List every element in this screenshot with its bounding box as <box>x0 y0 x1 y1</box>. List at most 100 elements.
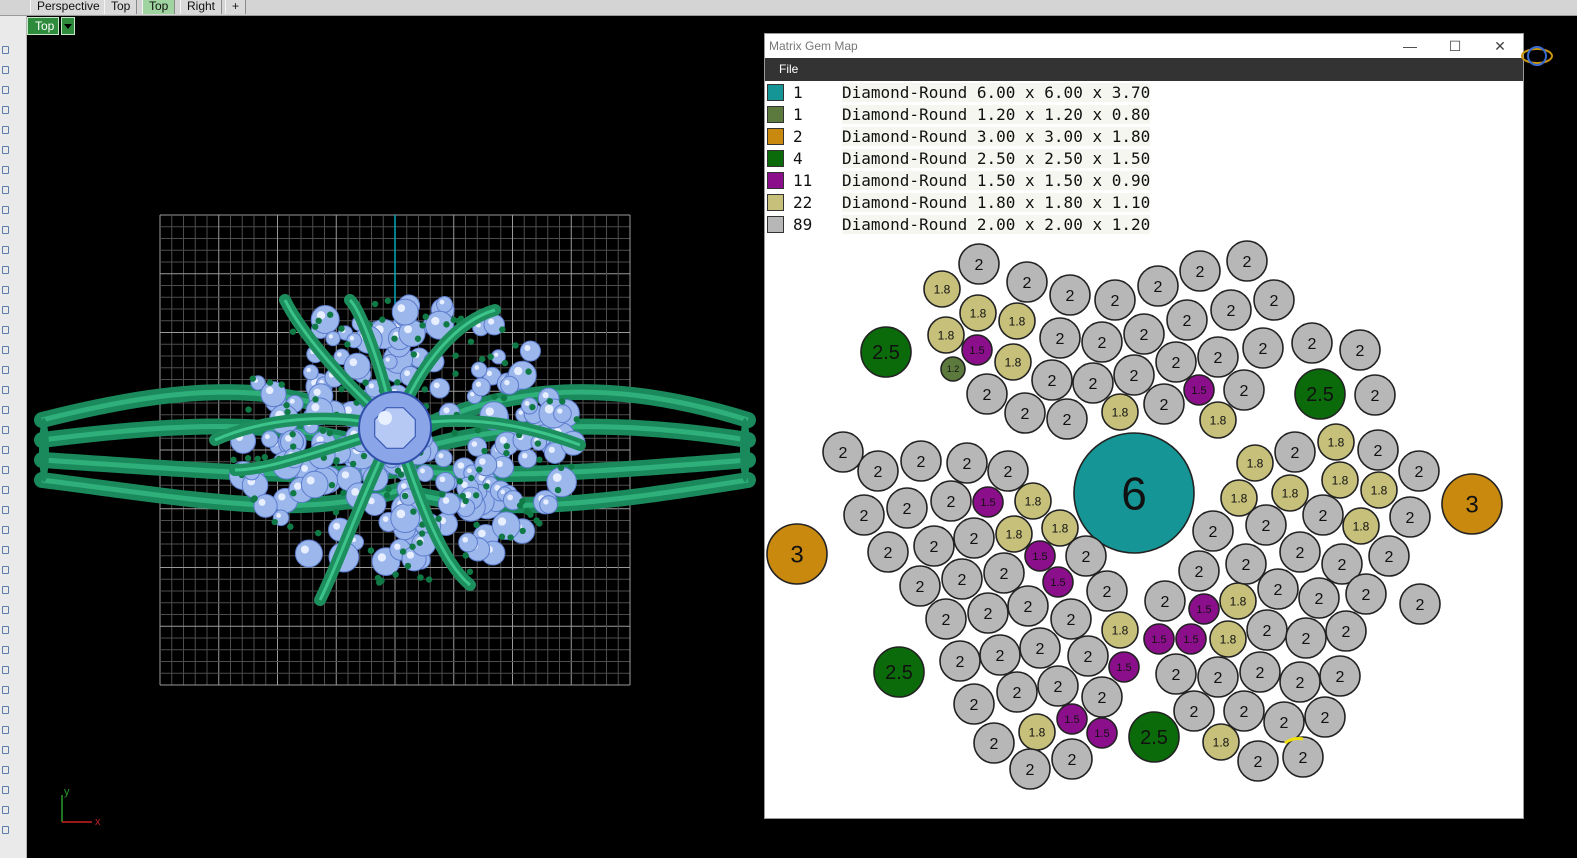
toolbar-tool-icon[interactable] <box>2 346 9 354</box>
toolbar-tool-icon[interactable] <box>2 786 9 794</box>
gem-1-8mm[interactable]: 1.8 <box>1199 401 1237 439</box>
gem-2mm[interactable]: 2 <box>1237 740 1279 782</box>
gem-3mm[interactable]: 3 <box>1441 473 1503 535</box>
gem-2mm[interactable]: 2 <box>1339 329 1381 371</box>
gem-2mm[interactable]: 2 <box>953 517 995 559</box>
gem-2mm[interactable]: 2 <box>1285 617 1327 659</box>
gem-2mm[interactable]: 2 <box>930 480 972 522</box>
toolbar-tool-icon[interactable] <box>2 706 9 714</box>
gem-2mm[interactable]: 2 <box>966 373 1008 415</box>
toolbar-tool-icon[interactable] <box>2 426 9 434</box>
gem-1-8mm[interactable]: 1.8 <box>994 343 1032 381</box>
gem-1-8mm[interactable]: 1.8 <box>959 294 997 332</box>
gem-1-5mm[interactable]: 1.5 <box>1188 593 1220 625</box>
gem-2mm[interactable]: 2 <box>886 487 928 529</box>
gem-2mm[interactable]: 2 <box>867 531 909 573</box>
gem-1-8mm[interactable]: 1.8 <box>1236 444 1274 482</box>
gem-1-8mm[interactable]: 1.8 <box>1317 423 1355 461</box>
gem-1-8mm[interactable]: 1.8 <box>1219 582 1257 620</box>
toolbar-tool-icon[interactable] <box>2 386 9 394</box>
gem-2mm[interactable]: 2 <box>967 592 1009 634</box>
toolbar-tool-icon[interactable] <box>2 586 9 594</box>
gem-2mm[interactable]: 2 <box>973 722 1015 764</box>
gem-2mm[interactable]: 2 <box>1137 265 1179 307</box>
gem-2-5mm[interactable]: 2.5 <box>860 326 912 378</box>
gem-2mm[interactable]: 2 <box>996 671 1038 713</box>
gem-2mm[interactable]: 2 <box>925 598 967 640</box>
gem-2mm[interactable]: 2 <box>1019 627 1061 669</box>
gem-2mm[interactable]: 2 <box>1037 665 1079 707</box>
gem-2mm[interactable]: 2 <box>1304 696 1346 738</box>
toolbar-tool-icon[interactable] <box>2 306 9 314</box>
gem-1-8mm[interactable]: 1.8 <box>923 270 961 308</box>
gem-2mm[interactable]: 2 <box>1225 543 1267 585</box>
gem-2mm[interactable]: 2 <box>1389 496 1431 538</box>
gem-2mm[interactable]: 2 <box>1039 317 1081 359</box>
gem-2mm[interactable]: 2 <box>1086 570 1128 612</box>
gem-2mm[interactable]: 2 <box>941 558 983 600</box>
gem-2mm[interactable]: 2 <box>1398 450 1440 492</box>
gem-2mm[interactable]: 2 <box>1155 341 1197 383</box>
toolbar-tool-icon[interactable] <box>2 806 9 814</box>
toolbar-tool-icon[interactable] <box>2 486 9 494</box>
gem-2mm[interactable]: 2 <box>1223 690 1265 732</box>
toolbar-tool-icon[interactable] <box>2 446 9 454</box>
gem-1-8mm[interactable]: 1.8 <box>998 302 1036 340</box>
gem-2mm[interactable]: 2 <box>1354 374 1396 416</box>
toolbar-tool-icon[interactable] <box>2 366 9 374</box>
gem-1-8mm[interactable]: 1.8 <box>1018 713 1056 751</box>
gem-2mm[interactable]: 2 <box>1274 431 1316 473</box>
toolbar-tool-icon[interactable] <box>2 166 9 174</box>
gem-1-8mm[interactable]: 1.8 <box>1209 620 1247 658</box>
gem-2mm[interactable]: 2 <box>979 634 1021 676</box>
gem-6mm[interactable]: 6 <box>1073 432 1195 554</box>
gem-2mm[interactable]: 2 <box>1007 585 1049 627</box>
gem-2mm[interactable]: 2 <box>1166 299 1208 341</box>
gem-2mm[interactable]: 2 <box>987 450 1029 492</box>
toolbar-tool-icon[interactable] <box>2 766 9 774</box>
gem-1-5mm[interactable]: 1.5 <box>1175 623 1207 655</box>
gem-2mm[interactable]: 2 <box>1357 429 1399 471</box>
gem-2mm[interactable]: 2 <box>1291 322 1333 364</box>
gem-1-5mm[interactable]: 1.5 <box>1143 623 1175 655</box>
viewport-label[interactable]: Top <box>27 17 60 35</box>
gem-2mm[interactable]: 2 <box>822 431 864 473</box>
gem-2mm[interactable]: 2 <box>1298 577 1340 619</box>
gem-2mm[interactable]: 2 <box>1155 653 1197 695</box>
gem-2-5mm[interactable]: 2.5 <box>873 646 925 698</box>
gem-2mm[interactable]: 2 <box>913 525 955 567</box>
toolbar-tool-icon[interactable] <box>2 666 9 674</box>
gem-1-8mm[interactable]: 1.8 <box>995 515 1033 553</box>
toolbar-tool-icon[interactable] <box>2 646 9 654</box>
tab-perspective[interactable]: Perspective <box>30 0 107 14</box>
gem-2mm[interactable]: 2 <box>1345 573 1387 615</box>
gem-1-8mm[interactable]: 1.8 <box>1101 393 1139 431</box>
gem-2mm[interactable]: 2 <box>1004 392 1046 434</box>
gem-2mm[interactable]: 2 <box>939 640 981 682</box>
toolbar-tool-icon[interactable] <box>2 146 9 154</box>
gem-1-5mm[interactable]: 1.5 <box>1183 374 1215 406</box>
toolbar-tool-icon[interactable] <box>2 106 9 114</box>
toolbar-tool-icon[interactable] <box>2 546 9 554</box>
toolbar-tool-icon[interactable] <box>2 206 9 214</box>
gem-1-8mm[interactable]: 1.8 <box>1202 723 1240 761</box>
gem-2mm[interactable]: 2 <box>1173 690 1215 732</box>
toolbar-tool-icon[interactable] <box>2 226 9 234</box>
toolbar-tool-icon[interactable] <box>2 526 9 534</box>
gem-2mm[interactable]: 2 <box>1399 583 1441 625</box>
gem-2mm[interactable]: 2 <box>857 450 899 492</box>
gem-2mm[interactable]: 2 <box>1067 635 1109 677</box>
gem-2mm[interactable]: 2 <box>1257 568 1299 610</box>
toolbar-tool-icon[interactable] <box>2 86 9 94</box>
gem-1-8mm[interactable]: 1.8 <box>927 316 965 354</box>
gem-2mm[interactable]: 2 <box>1046 398 1088 440</box>
gem-1-5mm[interactable]: 1.5 <box>1042 566 1074 598</box>
toolbar-tool-icon[interactable] <box>2 506 9 514</box>
gem-2mm[interactable]: 2 <box>1239 651 1281 693</box>
toolbar-tool-icon[interactable] <box>2 726 9 734</box>
tab-right[interactable]: Right <box>180 0 223 14</box>
gem-2mm[interactable]: 2 <box>1051 738 1093 780</box>
toolbar-tool-icon[interactable] <box>2 626 9 634</box>
gem-1-8mm[interactable]: 1.8 <box>1271 474 1309 512</box>
gem-2mm[interactable]: 2 <box>1197 656 1239 698</box>
